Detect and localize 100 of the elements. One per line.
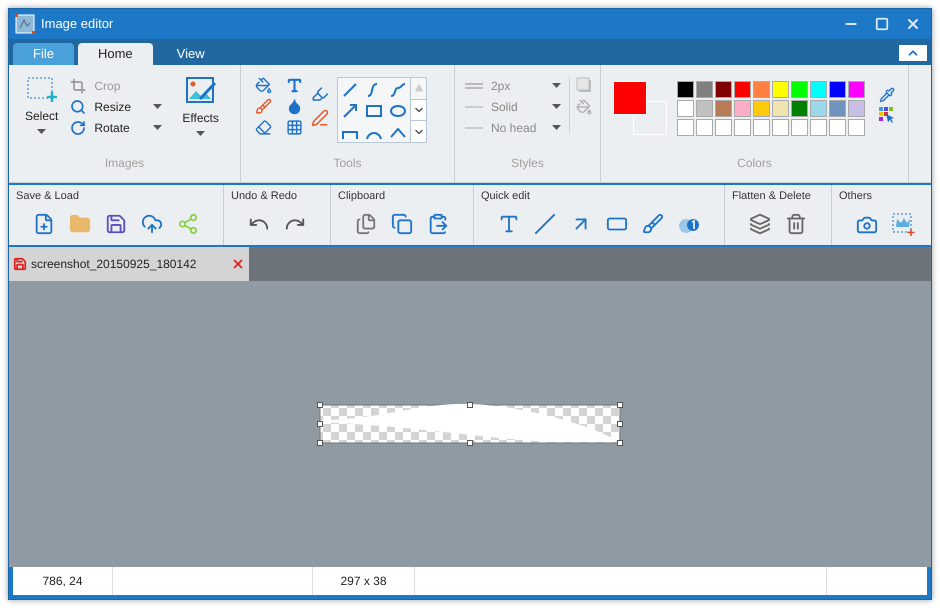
caret-icon — [552, 125, 561, 130]
palette-swatch[interactable] — [810, 119, 827, 136]
palette-swatch[interactable] — [772, 100, 789, 117]
caret-icon — [37, 129, 46, 134]
palette-swatch[interactable] — [715, 119, 732, 136]
palette-swatch[interactable] — [848, 81, 865, 98]
toolbar-group-label: Flatten & Delete — [731, 189, 812, 204]
palette-swatch[interactable] — [677, 100, 694, 117]
pen-icon[interactable] — [311, 109, 329, 127]
palette-swatch[interactable] — [677, 81, 694, 98]
palette-swatch[interactable] — [848, 100, 865, 117]
rectangle-icon[interactable] — [365, 102, 383, 120]
scroll-down-button[interactable] — [411, 98, 426, 122]
palette-swatch[interactable] — [734, 119, 751, 136]
eyedropper-icon[interactable] — [879, 87, 895, 103]
cloud-upload-icon[interactable] — [141, 212, 163, 234]
line-icon[interactable] — [534, 212, 556, 234]
primary-color-swatch[interactable] — [613, 81, 647, 115]
text-icon[interactable] — [286, 77, 303, 94]
palette-swatch[interactable] — [753, 100, 770, 117]
group-label: Tools — [332, 155, 362, 172]
toolbar-group-label: Others — [838, 189, 874, 204]
document-tab-title: screenshot_20150925_180142 — [31, 256, 198, 273]
close-tab-icon[interactable] — [231, 257, 245, 271]
triangle-up-icon — [414, 84, 422, 92]
palette-swatch[interactable] — [772, 119, 789, 136]
polyline-icon[interactable] — [389, 81, 407, 99]
toolbar-group-label: Save & Load — [15, 189, 80, 204]
caret-icon — [552, 83, 561, 88]
palette-swatch[interactable] — [753, 81, 770, 98]
caret-icon — [153, 125, 162, 130]
ribbon-tab[interactable]: View — [156, 43, 225, 65]
group-label: Colors — [736, 155, 773, 172]
palette-swatch[interactable] — [791, 81, 808, 98]
crown-selection-icon[interactable] — [892, 212, 916, 236]
palette-swatch[interactable] — [715, 81, 732, 98]
palette-swatch[interactable] — [715, 100, 732, 117]
palette-swatch[interactable] — [772, 81, 789, 98]
selection-icon — [26, 77, 57, 103]
picture-brush-icon — [186, 77, 216, 105]
palette-swatch[interactable] — [791, 119, 808, 136]
layers-icon[interactable] — [749, 212, 771, 234]
new-file-icon[interactable] — [33, 212, 55, 234]
mosaic-icon[interactable] — [286, 119, 303, 136]
droplet-icon[interactable] — [286, 98, 303, 115]
palette-swatch[interactable] — [829, 81, 846, 98]
app-logo-icon — [15, 14, 35, 34]
trash-icon[interactable] — [785, 212, 807, 234]
palette-swatch[interactable] — [696, 100, 713, 117]
group-label: Images — [104, 155, 146, 172]
caret-icon — [552, 104, 561, 109]
toolbar-group-label: Undo & Redo — [230, 189, 298, 204]
paste-icon[interactable] — [427, 212, 449, 234]
collapse-ribbon-button[interactable] — [899, 45, 927, 61]
highlighter-icon[interactable] — [311, 85, 329, 103]
documents-icon[interactable] — [355, 212, 377, 234]
selected-image-drawing[interactable] — [315, 400, 625, 448]
palette-swatch[interactable] — [734, 100, 751, 117]
line-style-icon — [465, 104, 483, 110]
color-grid-cursor-icon[interactable] — [879, 107, 895, 123]
resize-button[interactable]: Resize — [70, 98, 162, 115]
palette-swatch[interactable] — [810, 100, 827, 117]
ellipse-icon[interactable] — [389, 102, 407, 120]
effects-button[interactable]: Effects — [182, 77, 219, 154]
caret-icon — [196, 131, 206, 136]
palette-swatch[interactable] — [696, 81, 713, 98]
paint-bucket-icon[interactable] — [255, 77, 272, 94]
caret-icon — [153, 104, 162, 109]
window-title: Image editor — [41, 15, 114, 34]
palette-swatch[interactable] — [829, 119, 846, 136]
palette-swatch[interactable] — [848, 119, 865, 136]
line-width-icon — [465, 82, 483, 88]
close-icon[interactable] — [905, 16, 921, 32]
expand-gallery-button[interactable] — [411, 121, 426, 142]
arrow-icon[interactable] — [341, 102, 359, 120]
cursor-position: 786, 24 — [13, 567, 113, 595]
ribbon-tab[interactable]: Home — [78, 43, 153, 65]
select-button[interactable]: Select — [25, 77, 58, 154]
line-icon[interactable] — [341, 81, 359, 99]
brush-icon[interactable] — [642, 212, 664, 234]
group-label: Styles — [510, 155, 545, 172]
palette-swatch[interactable] — [677, 119, 694, 136]
palette-swatch[interactable] — [791, 100, 808, 117]
crop-icon — [70, 78, 86, 94]
palette-swatch[interactable] — [696, 119, 713, 136]
palette-swatch[interactable] — [810, 81, 827, 98]
brush-icon[interactable] — [255, 98, 272, 115]
zoom-icon — [70, 98, 86, 114]
palette-swatch[interactable] — [734, 81, 751, 98]
maximize-icon[interactable] — [875, 17, 889, 31]
eraser-icon[interactable] — [255, 119, 272, 136]
rotate-button[interactable]: Rotate — [70, 119, 162, 136]
copy-icon[interactable] — [391, 212, 413, 234]
rotate-icon — [70, 120, 86, 136]
palette-swatch[interactable] — [829, 100, 846, 117]
palette-swatch[interactable] — [753, 119, 770, 136]
save-icon[interactable] — [105, 212, 127, 234]
save-icon — [13, 257, 27, 271]
line-style-icon — [465, 124, 483, 130]
document-tab[interactable]: screenshot_20150925_180142 — [9, 247, 249, 281]
